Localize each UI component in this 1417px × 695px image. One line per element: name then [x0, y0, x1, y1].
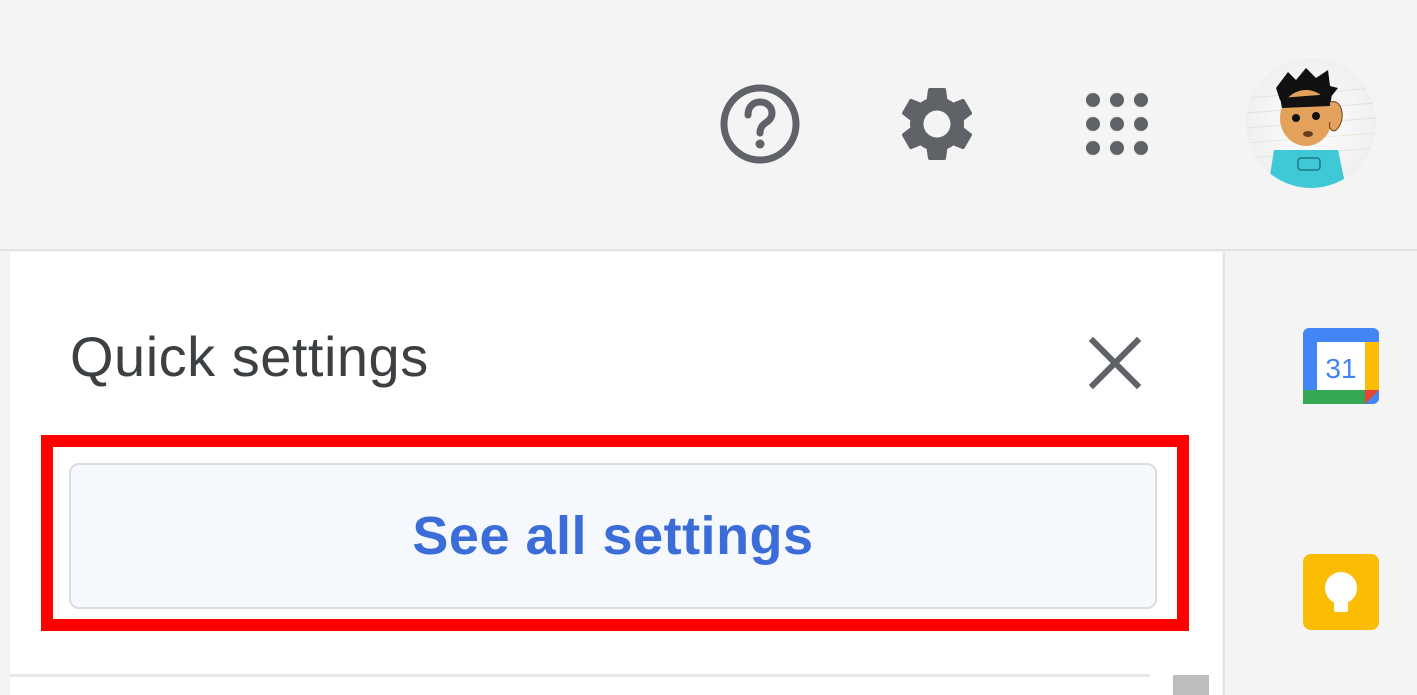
- apps-grid-icon: [1086, 93, 1148, 155]
- quick-settings-panel: Quick settings See all settings: [10, 252, 1222, 695]
- header-divider: [0, 249, 1417, 251]
- keep-app-button[interactable]: [1301, 552, 1381, 632]
- gear-icon: [901, 87, 973, 160]
- account-avatar[interactable]: [1246, 58, 1376, 188]
- avatar-illustration: [1246, 68, 1376, 188]
- side-panel: 31: [1223, 252, 1417, 695]
- calendar-app-button[interactable]: 31: [1301, 326, 1381, 406]
- settings-button[interactable]: [891, 78, 983, 170]
- top-bar: [0, 0, 1417, 250]
- calendar-icon: 31: [1303, 328, 1379, 404]
- see-all-settings-button[interactable]: See all settings: [69, 463, 1157, 609]
- help-button[interactable]: [714, 78, 806, 170]
- scrollbar-thumb[interactable]: [1173, 675, 1209, 695]
- close-icon: [1088, 336, 1142, 390]
- keep-lightbulb-icon: [1303, 554, 1379, 630]
- close-button[interactable]: [1080, 328, 1150, 398]
- quick-settings-title: Quick settings: [70, 325, 429, 388]
- panel-divider: [10, 674, 1150, 677]
- calendar-day-label: 31: [1325, 353, 1356, 384]
- help-circle-icon: [720, 84, 800, 164]
- apps-button[interactable]: [1071, 78, 1163, 170]
